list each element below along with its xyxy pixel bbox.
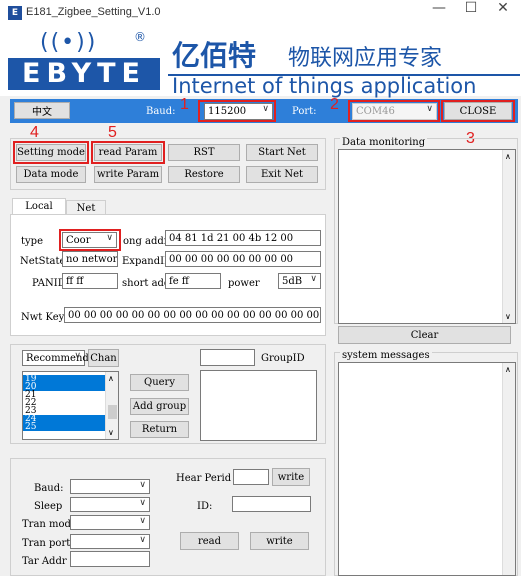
- highlight-box-2: [348, 100, 440, 122]
- tar-addr-label: Tar Addr: [22, 556, 67, 567]
- tab-net-cmd[interactable]: Net Cmd: [66, 200, 106, 230]
- system-messages-box[interactable]: ∧: [338, 362, 516, 576]
- highlight-box-5: [91, 141, 165, 164]
- power-select[interactable]: 5dB ∨: [278, 273, 321, 289]
- nwt-key-field[interactable]: 00 00 00 00 00 00 00 00 00 00 00 00 00 0…: [64, 307, 321, 323]
- channel-mode-select[interactable]: Recommend ∨: [22, 350, 89, 366]
- write-button[interactable]: write: [250, 532, 309, 550]
- scrollbar[interactable]: ∧: [502, 363, 515, 575]
- chevron-down-icon: ∨: [139, 498, 146, 508]
- add-group-button[interactable]: Add group: [130, 398, 189, 415]
- rst-button[interactable]: RST: [168, 144, 240, 161]
- channel-list[interactable]: 19 20 21 22 23 24 25 ∧ ∨: [22, 371, 119, 440]
- power-label: power: [228, 278, 260, 289]
- scrollbar[interactable]: ∧ ∨: [502, 150, 515, 323]
- tran-mode-label: Tran mode: [22, 519, 77, 530]
- language-button[interactable]: 中文: [14, 102, 70, 119]
- system-messages-label: system messages: [340, 350, 432, 361]
- chevron-down-icon: ∨: [74, 351, 81, 361]
- id-field[interactable]: [232, 496, 311, 512]
- write-param-button[interactable]: write Param: [94, 166, 162, 183]
- data-monitoring-label: Data monitoring: [340, 137, 428, 148]
- data-monitoring-box[interactable]: ∧ ∨: [338, 149, 516, 324]
- expandid-field[interactable]: 00 00 00 00 00 00 00 00: [165, 251, 321, 267]
- netstate-label: NetState: [20, 256, 66, 267]
- tar-addr-field[interactable]: [70, 551, 150, 567]
- long-addr-field[interactable]: 04 81 1d 21 00 4b 12 00: [165, 230, 321, 246]
- window-title: E181_Zigbee_Setting_V1.0: [26, 6, 161, 18]
- group-id-label: GroupID: [261, 353, 305, 364]
- group-list-box[interactable]: [200, 370, 317, 441]
- tran-mode-select[interactable]: ∨: [70, 515, 150, 530]
- hear-perid-label: Hear Perid: [176, 473, 232, 484]
- signal-icon: ((•)): [40, 30, 98, 55]
- chevron-up-icon[interactable]: ∧: [108, 374, 114, 383]
- chevron-down-icon: ∨: [139, 480, 146, 490]
- type-label: type: [21, 236, 43, 247]
- highlight-box-4: [13, 141, 89, 164]
- data-mode-button[interactable]: Data mode: [16, 166, 86, 183]
- panid-label: PANID: [32, 278, 66, 289]
- short-addr-label: short add: [122, 278, 171, 289]
- highlight-box-type: [59, 229, 121, 251]
- read-button[interactable]: read: [180, 532, 239, 550]
- scrollbar[interactable]: ∧ ∨: [105, 372, 118, 439]
- chevron-down-icon: ∨: [139, 516, 146, 526]
- list-item[interactable]: 25: [23, 423, 106, 432]
- id-label: ID:: [197, 501, 213, 512]
- logo-ebyte: EBYTE: [8, 58, 160, 90]
- chevron-down-icon: ∨: [310, 274, 317, 284]
- long-addr-label: ong addr: [123, 236, 169, 247]
- registered-mark: ®: [134, 30, 146, 44]
- tran-port-label: Tran port: [22, 538, 71, 549]
- tab-local-cmd[interactable]: Local Cmd: [12, 198, 66, 228]
- nwt-key-label: Nwt Key: [21, 312, 65, 323]
- brand-cn-sub: 物联网应用专家: [288, 46, 443, 71]
- power-value: 5dB: [282, 276, 303, 287]
- chevron-down-icon: ∨: [139, 535, 146, 545]
- short-addr-field[interactable]: fe ff: [165, 273, 221, 289]
- chan-button[interactable]: Chan: [88, 349, 119, 367]
- brand-cn-main: 亿佰特: [172, 39, 257, 72]
- restore-button[interactable]: Restore: [168, 166, 240, 183]
- tran-port-select[interactable]: ∨: [70, 534, 150, 549]
- chevron-down-icon[interactable]: ∨: [108, 428, 114, 437]
- group-id-field[interactable]: [200, 349, 255, 366]
- bottom-baud-select[interactable]: ∨: [70, 479, 150, 494]
- start-net-button[interactable]: Start Net: [246, 144, 318, 161]
- bottom-baud-label: Baud:: [34, 483, 64, 494]
- chevron-up-icon[interactable]: ∧: [505, 365, 511, 374]
- highlight-box-3: [441, 100, 515, 122]
- annotation-2: 2: [330, 96, 339, 113]
- hear-perid-field[interactable]: [233, 469, 269, 485]
- annotation-1: 1: [180, 96, 189, 113]
- netstate-field[interactable]: no network: [62, 251, 118, 267]
- return-button[interactable]: Return: [130, 421, 189, 438]
- exit-net-button[interactable]: Exit Net: [246, 166, 318, 183]
- port-label: Port:: [292, 106, 317, 117]
- clear-button[interactable]: Clear: [338, 326, 511, 344]
- query-button[interactable]: Query: [130, 374, 189, 391]
- panid-field[interactable]: ff ff: [62, 273, 118, 289]
- chevron-down-icon[interactable]: ∨: [505, 312, 511, 321]
- highlight-box-1: [198, 100, 276, 122]
- hear-write-button[interactable]: write: [272, 468, 310, 486]
- scroll-thumb[interactable]: [108, 405, 117, 419]
- close-icon[interactable]: ✕: [484, 0, 521, 26]
- chevron-up-icon[interactable]: ∧: [505, 152, 511, 161]
- baud-label: Baud:: [146, 106, 176, 117]
- sleep-label: Sleep: [34, 501, 63, 512]
- sleep-select[interactable]: ∨: [70, 497, 150, 512]
- app-icon: E: [8, 6, 22, 20]
